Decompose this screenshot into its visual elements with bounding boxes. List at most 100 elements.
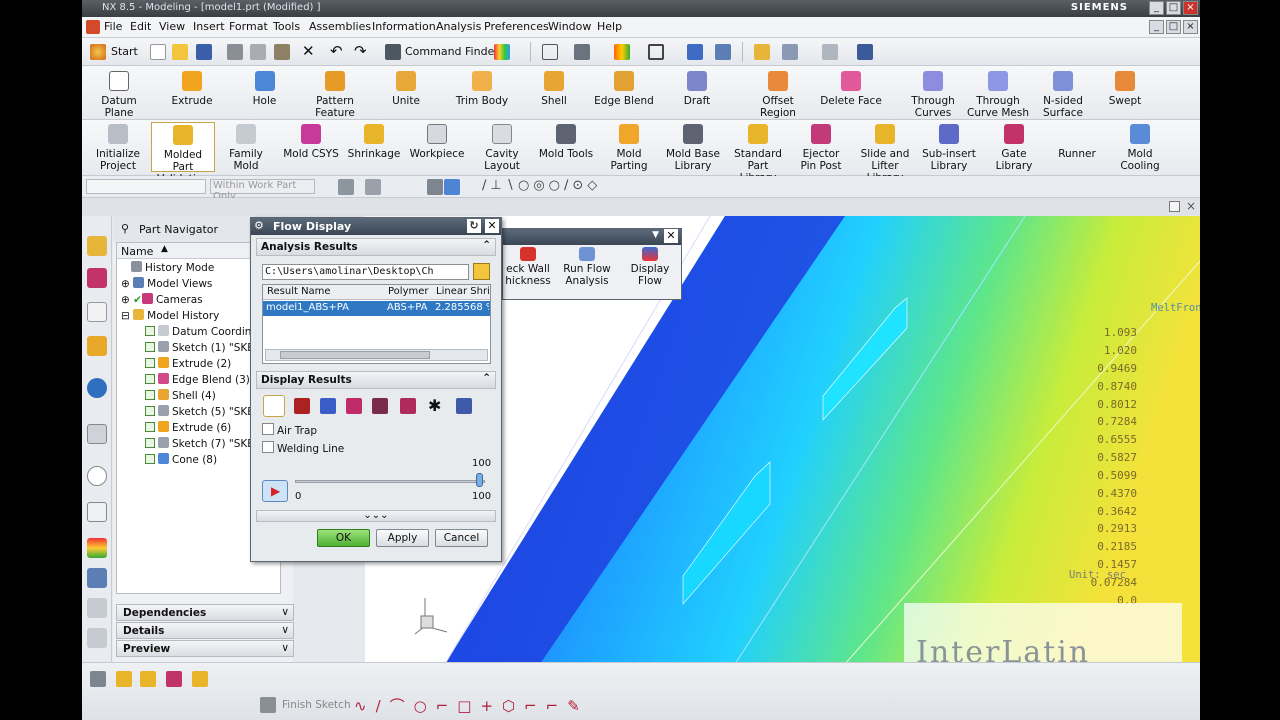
constraint-navigator-icon[interactable] <box>87 268 107 288</box>
more-options-toggle[interactable]: ⌄⌄⌄ <box>256 510 496 522</box>
dependencies-panel[interactable]: Dependencies ∨ <box>116 604 294 621</box>
mold-tools-button[interactable]: Mold Tools <box>536 124 596 160</box>
palette-close-icon[interactable]: ✕ <box>664 229 678 243</box>
measure-icon[interactable] <box>857 44 873 60</box>
cube-icon[interactable] <box>444 179 460 195</box>
hd3d-tools-icon[interactable] <box>87 628 107 648</box>
list-item[interactable]: Sketch (1) "SKET <box>145 341 260 357</box>
orient-icon[interactable] <box>687 44 703 60</box>
web-browser-icon[interactable] <box>87 378 107 398</box>
air-trap-option[interactable]: Air Trap <box>262 423 317 437</box>
close-button[interactable]: × <box>1183 1 1198 15</box>
visibility-checkbox[interactable] <box>145 374 155 384</box>
fill-time-icon[interactable] <box>263 395 285 417</box>
mold-parting-button[interactable]: Mold Parting <box>604 124 654 172</box>
list-item[interactable]: Sketch (7) "SKET <box>145 437 260 453</box>
clock-icon[interactable] <box>87 466 107 486</box>
through-curve-mesh-button[interactable]: Through Curve Mesh <box>966 71 1030 119</box>
palette-menu-icon[interactable]: ▼ <box>652 230 659 240</box>
menu-preferences[interactable]: Preferences <box>484 20 549 33</box>
grid-icon[interactable] <box>822 44 838 60</box>
temperature-icon[interactable] <box>320 398 336 414</box>
display-results-section[interactable]: Display Results ⌃ <box>256 371 496 389</box>
path-input[interactable]: C:\Users\amolinar\Desktop\Ch <box>262 264 469 280</box>
mold-cooling-button[interactable]: Mold Cooling <box>1112 124 1168 172</box>
command-finder-icon[interactable] <box>385 44 401 60</box>
list-item[interactable]: ⊕ ✔ Cameras <box>121 293 203 309</box>
menu-analysis[interactable]: Analysis <box>436 20 481 33</box>
edge-display-icon[interactable] <box>614 44 630 60</box>
close-icon[interactable]: ✕ <box>485 219 499 233</box>
menu-view[interactable]: View <box>159 20 185 33</box>
datum-plane-button[interactable]: Datum Plane <box>87 71 151 119</box>
welding-line-option[interactable]: Welding Line <box>262 441 344 455</box>
run-flow-analysis-button[interactable]: Run Flow Analysis <box>559 247 615 287</box>
visibility-checkbox[interactable] <box>145 390 155 400</box>
check-wall-thickness-button[interactable]: eck Wall hickness <box>503 247 553 287</box>
visibility-checkbox[interactable] <box>145 422 155 432</box>
cut-icon[interactable] <box>227 44 243 60</box>
table-row[interactable]: model1_ABS+PA ABS+PA 2.285568 % <box>263 301 490 316</box>
details-panel[interactable]: Details ∨ <box>116 622 294 639</box>
list-item[interactable]: History Mode <box>131 261 214 277</box>
assembly-navigator-icon[interactable] <box>87 236 107 256</box>
pressure-icon[interactable] <box>294 398 310 414</box>
trim-body-button[interactable]: Trim Body <box>452 71 512 107</box>
ejector-pin-post-button[interactable]: Ejector Pin Post <box>794 124 848 172</box>
pattern-feature-button[interactable]: Pattern Feature <box>300 71 370 119</box>
render-style-icon[interactable] <box>574 44 590 60</box>
open-folder-icon[interactable] <box>473 263 490 280</box>
assembly-icon[interactable] <box>116 671 132 687</box>
snap-icon[interactable] <box>754 44 770 60</box>
command-finder-button[interactable]: Command Finder <box>405 45 499 58</box>
visibility-checkbox[interactable] <box>145 454 155 464</box>
part-navigator-icon[interactable] <box>87 302 107 322</box>
gate-library-button[interactable]: Gate Library <box>982 124 1046 172</box>
view-frame-icon[interactable] <box>648 44 664 60</box>
workpiece-button[interactable]: Workpiece <box>408 124 466 160</box>
roles-icon[interactable] <box>87 568 107 588</box>
start-icon[interactable] <box>90 44 106 60</box>
offset-region-button[interactable]: Offset Region <box>748 71 808 119</box>
n-sided-surface-button[interactable]: N-sided Surface <box>1036 71 1090 119</box>
system-scene-icon[interactable] <box>87 598 107 618</box>
palette-icon[interactable] <box>87 538 107 558</box>
shell-button[interactable]: Shell <box>528 71 580 107</box>
initialize-project-button[interactable]: Initialize Project <box>86 124 150 172</box>
visibility-checkbox[interactable] <box>145 438 155 448</box>
mold-base-library-button[interactable]: Mold Base Library <box>662 124 724 172</box>
apply-button[interactable]: Apply <box>376 529 429 547</box>
scroll-thumb[interactable] <box>280 351 430 359</box>
save-icon[interactable] <box>196 44 212 60</box>
swept-button[interactable]: Swept <box>1100 71 1150 107</box>
menu-information[interactable]: Information <box>372 20 436 33</box>
color-icon[interactable] <box>494 44 510 60</box>
welding-line-checkbox[interactable] <box>262 441 274 453</box>
list-item[interactable]: Datum Coordina <box>145 325 258 341</box>
solid-body-icon[interactable] <box>427 179 443 195</box>
family-mold-button[interactable]: Family Mold <box>216 124 276 172</box>
mold-csys-button[interactable]: Mold CSYS <box>282 124 340 160</box>
list-view-icon[interactable] <box>456 398 472 414</box>
visibility-checkbox[interactable] <box>145 342 155 352</box>
menu-file[interactable]: File <box>104 20 122 33</box>
list-item[interactable]: Extrude (2) <box>145 357 231 373</box>
arrangement-icon[interactable] <box>192 671 208 687</box>
asterisk-icon[interactable]: ✱ <box>428 396 441 415</box>
open-icon[interactable] <box>172 44 188 60</box>
ok-button[interactable]: OK <box>317 529 370 547</box>
menu-edit[interactable]: Edit <box>130 20 151 33</box>
list-item[interactable]: Extrude (6) <box>145 421 231 437</box>
reuse-library-icon[interactable] <box>87 336 107 356</box>
type-filter-dropdown[interactable] <box>86 179 206 194</box>
standard-part-library-button[interactable]: Standard Part Library <box>728 124 788 184</box>
column-header[interactable]: Linear Shri <box>436 286 490 297</box>
delete-icon[interactable]: ✕ <box>302 42 315 60</box>
new-icon[interactable] <box>150 44 166 60</box>
menu-format[interactable]: Format <box>229 20 268 33</box>
paste-icon[interactable] <box>274 44 290 60</box>
list-item[interactable]: Sketch (5) "SKET <box>145 405 260 421</box>
process-studio-icon[interactable] <box>87 502 107 522</box>
cavity-layout-button[interactable]: Cavity Layout <box>476 124 528 172</box>
visibility-checkbox[interactable] <box>145 358 155 368</box>
